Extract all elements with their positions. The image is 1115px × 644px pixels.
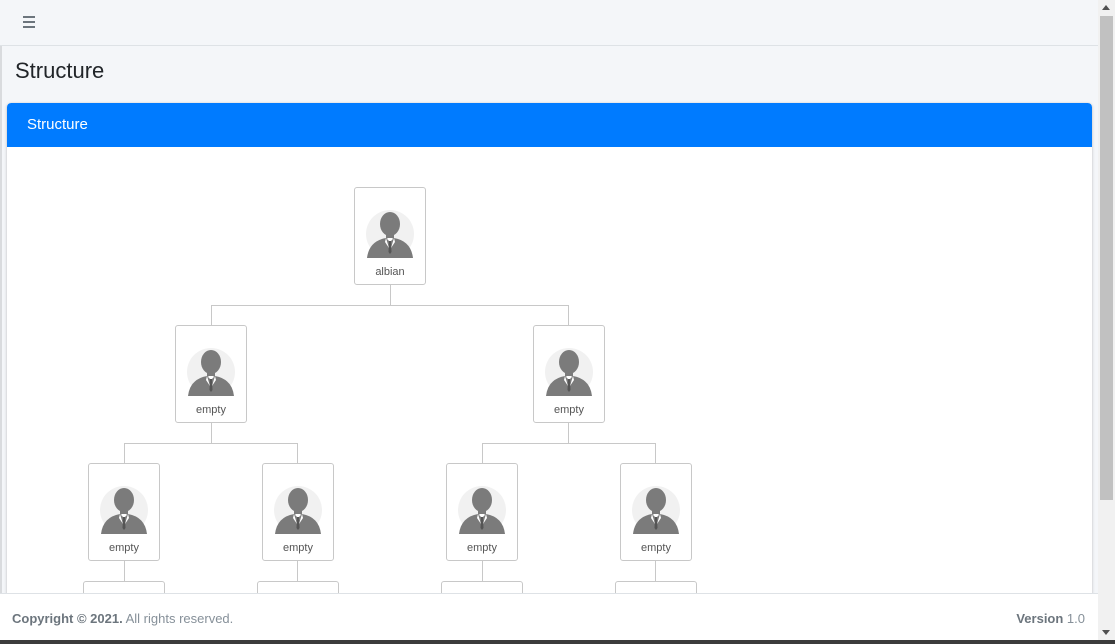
version-label: Version	[1016, 611, 1064, 626]
version-value: 1.0	[1063, 611, 1085, 626]
scrollbar-thumb[interactable]	[1100, 16, 1113, 500]
connector	[482, 560, 483, 581]
person-avatar-icon	[99, 484, 149, 538]
person-avatar-icon	[631, 484, 681, 538]
tree-node-root[interactable]: albian	[354, 187, 426, 285]
scroll-up-arrow-icon[interactable]	[1102, 5, 1110, 10]
node-name: empty	[554, 404, 584, 416]
person-avatar-icon	[365, 208, 415, 262]
connector	[124, 443, 125, 463]
tree-node-level2[interactable]: empty	[175, 325, 247, 423]
top-navbar	[0, 0, 1098, 46]
copyright-text: Copyright © 2021. All rights reserved.	[12, 611, 233, 626]
connector	[655, 443, 656, 463]
connector	[124, 560, 125, 581]
connector	[211, 305, 569, 306]
tree-node-level3[interactable]: empty	[88, 463, 160, 561]
connector	[568, 422, 569, 443]
node-name: empty	[467, 542, 497, 554]
connector	[124, 443, 298, 444]
person-avatar-icon	[457, 484, 507, 538]
connector	[568, 305, 569, 325]
person-avatar-icon	[186, 346, 236, 400]
connector	[482, 443, 483, 463]
connector	[390, 284, 391, 305]
connector	[211, 422, 212, 443]
connector	[482, 443, 656, 444]
vertical-scrollbar[interactable]	[1098, 0, 1115, 640]
tree-node-level3[interactable]: empty	[446, 463, 518, 561]
card-header: Structure	[7, 103, 1092, 147]
node-name: empty	[109, 542, 139, 554]
page-title: Structure	[15, 58, 105, 83]
tree-node-level2[interactable]: empty	[533, 325, 605, 423]
copyright-strong: Copyright © 2021.	[12, 611, 123, 626]
connector	[655, 560, 656, 581]
person-avatar-icon	[544, 346, 594, 400]
connector	[211, 305, 212, 325]
node-name: empty	[283, 542, 313, 554]
node-name: empty	[641, 542, 671, 554]
sidebar-edge	[0, 0, 2, 640]
tree-node-level3[interactable]: empty	[262, 463, 334, 561]
page-footer: Copyright © 2021. All rights reserved. V…	[0, 593, 1098, 640]
version-text: Version 1.0	[1016, 611, 1085, 626]
hamburger-menu-icon[interactable]	[20, 13, 38, 31]
node-name: empty	[196, 404, 226, 416]
tree-node-level3[interactable]: empty	[620, 463, 692, 561]
structure-card: Structure albian empty empty empty empty…	[7, 103, 1092, 623]
connector	[297, 443, 298, 463]
org-tree: albian empty empty empty empty empty emp…	[7, 147, 1092, 623]
node-name: albian	[375, 266, 405, 278]
app-viewport: Structure Structure albian empty empty e…	[0, 0, 1098, 640]
connector	[297, 560, 298, 581]
person-avatar-icon	[273, 484, 323, 538]
scroll-down-arrow-icon[interactable]	[1102, 630, 1110, 635]
copyright-rest: All rights reserved.	[122, 611, 234, 626]
